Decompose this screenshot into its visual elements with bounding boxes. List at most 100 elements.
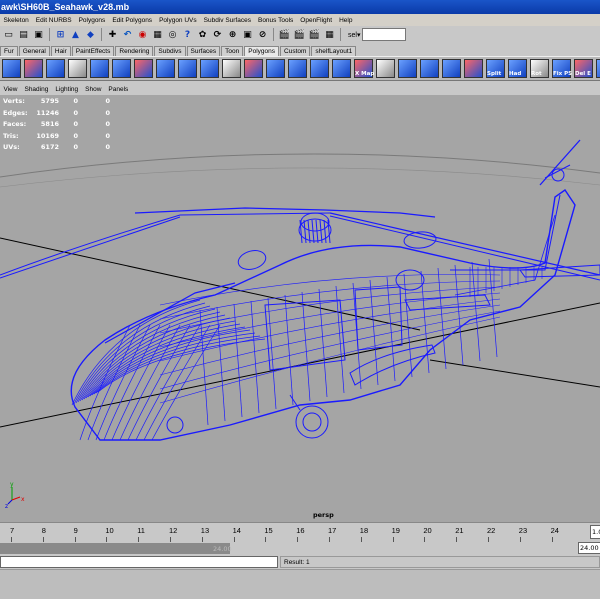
snap-plane-icon[interactable]: ▦ xyxy=(151,28,164,41)
shelf-tool-icon[interactable] xyxy=(112,59,131,78)
shelf-tool-icon[interactable] xyxy=(68,59,87,78)
menu-item-openflight[interactable]: OpenFlight xyxy=(297,17,336,24)
shelf-tool-icon[interactable] xyxy=(244,59,263,78)
menu-item-polygons[interactable]: Polygons xyxy=(75,17,109,24)
shelf-tool-icon[interactable] xyxy=(310,59,329,78)
hud-key: UVs: xyxy=(3,143,20,151)
mel-command-input[interactable] xyxy=(0,556,278,568)
shelf-tool-icon[interactable]: Del E xyxy=(574,59,593,78)
poly-count-hud: Verts: 5795 0 0 Edges: 11246 0 0 Faces: 5816 0 0 Tri… xyxy=(3,96,110,154)
tail-rotor-blade xyxy=(539,139,581,186)
shelf-tab-shelflayout1[interactable]: shelfLayout1 xyxy=(311,46,357,56)
menu-item-bonus-tools[interactable]: Bonus Tools xyxy=(254,17,296,24)
shelf-tab-surfaces[interactable]: Surfaces xyxy=(186,46,221,56)
selection-field[interactable] xyxy=(362,28,407,41)
hypershade-icon[interactable]: ▦ xyxy=(323,28,336,41)
range-bar[interactable]: 24.00 xyxy=(0,543,232,554)
frame-tick-label: 15 xyxy=(264,526,273,535)
shelf-tool-icon[interactable] xyxy=(376,59,395,78)
shelf-tool-icon[interactable] xyxy=(156,59,175,78)
shelf-tool-icon[interactable] xyxy=(332,59,351,78)
make-live-icon[interactable]: ◎ xyxy=(166,28,179,41)
menu-item-edit-polygons[interactable]: Edit Polygons xyxy=(109,17,156,24)
shelf-tab-custom[interactable]: Custom xyxy=(280,46,311,56)
shelf-tool-icon[interactable] xyxy=(2,59,21,78)
construction-icon[interactable]: ⊕ xyxy=(226,28,239,41)
shelf-tool-icon[interactable] xyxy=(288,59,307,78)
shelf-tool-icon[interactable] xyxy=(24,59,43,78)
fuselage-rib xyxy=(369,279,379,386)
hud-v1: 10169 xyxy=(36,131,59,140)
menu-item-help[interactable]: Help xyxy=(336,17,356,24)
shelf-tool-icon[interactable] xyxy=(266,59,285,78)
frame-tick-label: 10 xyxy=(105,526,114,535)
shelf-tool-icon[interactable] xyxy=(134,59,153,78)
help-question-icon[interactable]: ? xyxy=(181,28,194,41)
time-slider[interactable]: 1.0 7 8 9 10 11 12 13 14 15 16 17 18 19 20 21 22 23 24 xyxy=(0,522,600,542)
hud-key: Faces: xyxy=(3,120,27,128)
shelf-tool-icon[interactable]: Fix PS xyxy=(552,59,572,78)
shelf-tab-general[interactable]: General xyxy=(18,46,50,56)
shelf-tool-icon[interactable] xyxy=(398,59,417,78)
save-scene-icon[interactable]: ▣ xyxy=(32,28,45,41)
select-hierarchy-icon[interactable]: ⊞ xyxy=(54,28,67,41)
snap-point-icon[interactable]: ◉ xyxy=(136,28,149,41)
selection-mode-dropdown[interactable]: sel▾ xyxy=(348,31,360,39)
range-slider[interactable]: 24.00 24.00 xyxy=(0,542,600,555)
panel-menu-view[interactable]: View xyxy=(0,86,21,93)
open-scene-icon[interactable]: ▤ xyxy=(17,28,30,41)
rotor-mast-wire xyxy=(315,219,319,244)
current-frame-field[interactable]: 1.0 xyxy=(590,525,600,539)
snap-grid-icon[interactable]: ✚ xyxy=(106,28,119,41)
persp-viewport[interactable]: x y z Verts: 5795 0 0 Edges: 11246 0 0 Faces: 5816 0… xyxy=(0,95,600,522)
shelf-tool-icon[interactable] xyxy=(420,59,439,78)
render-ipr-icon[interactable]: 🎬 xyxy=(293,28,306,41)
ipr-render-icon[interactable]: ✿ xyxy=(196,28,209,41)
shelf-tab-rendering[interactable]: Rendering xyxy=(115,46,154,56)
landing-gear-hub xyxy=(302,412,322,432)
scene-wireframe[interactable]: x y z xyxy=(0,95,600,522)
shelf-tab-painteffects[interactable]: PaintEffects xyxy=(71,46,115,56)
panel-menu-show[interactable]: Show xyxy=(82,86,105,93)
menu-item-subdiv-surfaces[interactable]: Subdiv Surfaces xyxy=(200,17,254,24)
frame-tick-label: 8 xyxy=(41,526,46,535)
shelf-tool-icon[interactable]: Rot xyxy=(530,59,549,78)
shelf-tab-subdivs[interactable]: Subdivs xyxy=(154,46,186,56)
menu-item-polygon-uvs[interactable]: Polygon UVs xyxy=(156,17,201,24)
shelf-tab-hair[interactable]: Hair xyxy=(50,46,71,56)
shelf-tool-icon[interactable] xyxy=(90,59,109,78)
shelf-tool-icon[interactable]: X Map xyxy=(354,59,374,78)
shelf-tool-icon[interactable]: Split xyxy=(486,59,505,78)
select-object-icon[interactable]: ▲ xyxy=(69,28,82,41)
select-component-icon[interactable]: ◆ xyxy=(84,28,97,41)
render-settings-icon[interactable]: 🎬 xyxy=(308,28,321,41)
panel-menu-panels[interactable]: Panels xyxy=(105,86,132,93)
shelf-tool-icon[interactable] xyxy=(200,59,219,78)
render-icon[interactable]: ⊘ xyxy=(256,28,269,41)
shelf-tool-icon[interactable] xyxy=(464,59,483,78)
rotor-blade-edge xyxy=(0,216,181,279)
shelf-tab-fur[interactable]: Fur xyxy=(0,46,18,56)
frame-tick-label: 24 xyxy=(550,526,559,535)
range-end-field[interactable]: 24.00 xyxy=(578,542,600,554)
input-ops-icon[interactable]: ▣ xyxy=(241,28,254,41)
fuselage-rib xyxy=(420,270,430,374)
snap-curve-icon[interactable]: ↶ xyxy=(121,28,134,41)
menu-item-skeleton[interactable]: Skeleton xyxy=(0,17,32,24)
shelf-tool-icon[interactable] xyxy=(46,59,65,78)
shelf-tool-icon[interactable] xyxy=(222,59,241,78)
shelf-tab-polygons[interactable]: Polygons xyxy=(244,46,280,56)
panel-menu-shading[interactable]: Shading xyxy=(21,86,52,93)
shelf-tool-icon[interactable] xyxy=(596,59,600,78)
history-icon[interactable]: ⟳ xyxy=(211,28,224,41)
axis-label-z: z xyxy=(5,503,8,510)
new-scene-icon[interactable]: ▭ xyxy=(2,28,15,41)
shelf-tab-toon[interactable]: Toon xyxy=(221,46,244,56)
menu-item-edit-nurbs[interactable]: Edit NURBS xyxy=(32,17,75,24)
shelf-tool-icon[interactable]: Had xyxy=(508,59,527,78)
render-view-icon[interactable]: 🎬 xyxy=(278,28,291,41)
shelf-tool-icon[interactable] xyxy=(442,59,461,78)
panel-menu-lighting[interactable]: Lighting xyxy=(52,86,82,93)
hud-row: Faces: 5816 0 0 xyxy=(3,119,110,131)
shelf-tool-icon[interactable] xyxy=(178,59,197,78)
